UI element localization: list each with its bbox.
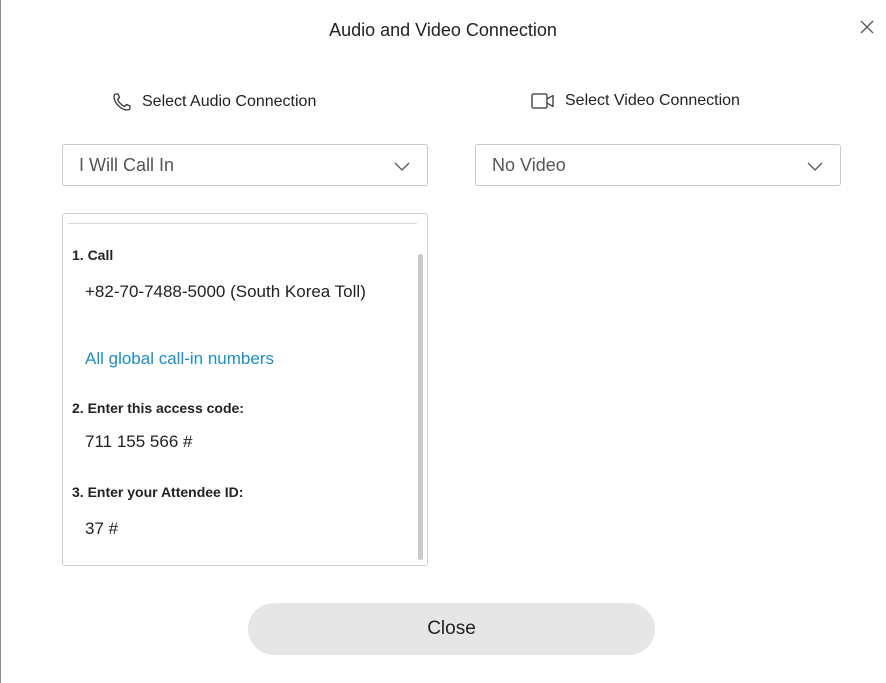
video-connection-heading: Select Video Connection [531, 92, 740, 110]
close-icon[interactable] [857, 17, 877, 37]
panel-divider [68, 223, 417, 224]
video-connection-label: Select Video Connection [565, 92, 740, 109]
close-button[interactable]: Close [248, 603, 655, 655]
dialog-title: Audio and Video Connection [329, 20, 557, 40]
audio-connection-heading: Select Audio Connection [112, 92, 316, 112]
video-selected-value: No Video [492, 154, 566, 175]
step-1-title: 1. Call [72, 247, 114, 263]
access-code-value: 711 155 566 # [85, 432, 193, 451]
step-2-title: 2. Enter this access code: [72, 400, 244, 416]
panel-scrollbar[interactable] [418, 254, 423, 560]
call-in-instructions-panel: 1. Call +82-70-7488-5000 (South Korea To… [62, 213, 428, 566]
step-3-title: 3. Enter your Attendee ID: [72, 484, 244, 500]
call-in-phone-number: +82-70-7488-5000 (South Korea Toll) [85, 282, 366, 301]
global-call-in-numbers-link[interactable]: All global call-in numbers [85, 346, 274, 371]
phone-icon [112, 92, 132, 112]
chevron-down-icon [393, 157, 411, 175]
audio-selected-value: I Will Call In [79, 154, 175, 175]
video-camera-icon [531, 92, 555, 110]
audio-connection-label: Select Audio Connection [142, 93, 317, 110]
video-connection-select[interactable]: No Video [475, 144, 841, 186]
attendee-id-value: 37 # [85, 519, 119, 538]
audio-video-connection-dialog: Audio and Video Connection Select Audio … [0, 0, 885, 683]
audio-connection-select[interactable]: I Will Call In [62, 144, 428, 186]
chevron-down-icon [806, 157, 824, 175]
